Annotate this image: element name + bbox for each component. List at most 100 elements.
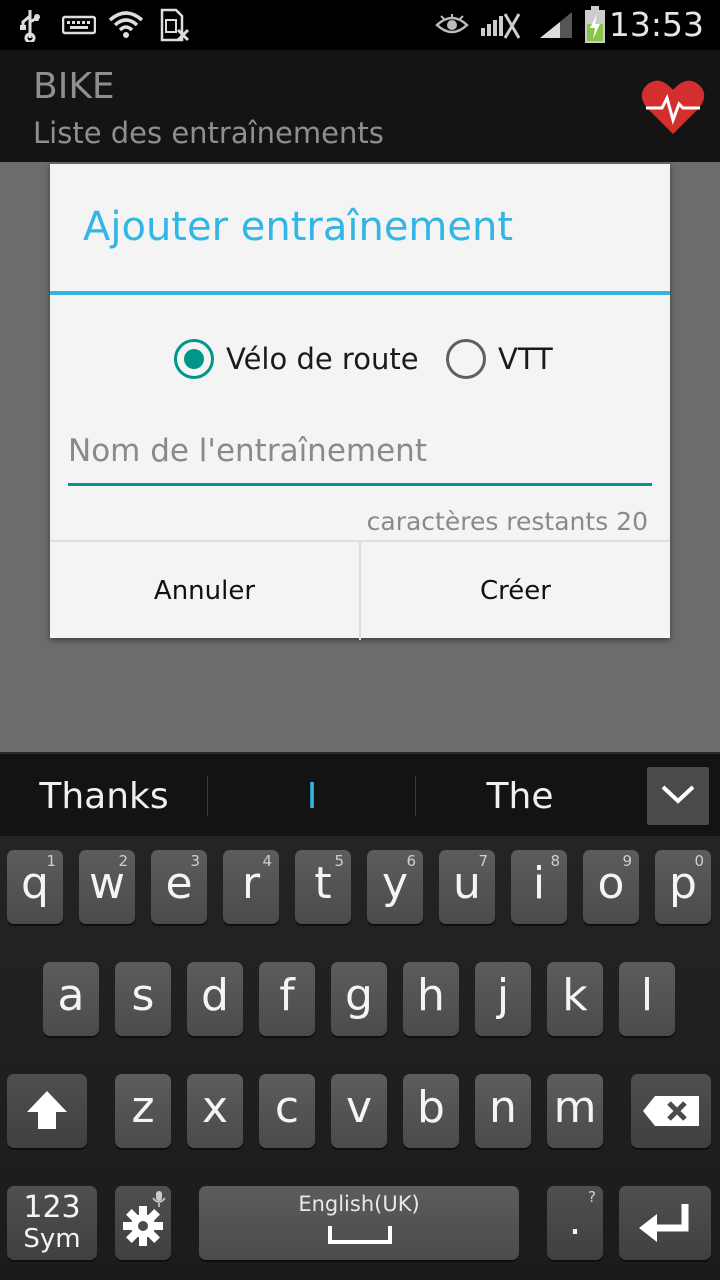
key-label: h — [417, 970, 445, 1021]
key-label: m — [553, 1082, 597, 1133]
key-label: a — [57, 970, 85, 1021]
keyboard: 123 Sym English(UK) . ? q1w2e3r4t5y6u7i8… — [0, 836, 720, 1280]
key-f[interactable]: f — [259, 962, 315, 1036]
radio-label: Vélo de route — [226, 342, 419, 376]
app-subtitle: Liste des entraînements — [33, 116, 384, 150]
key-x[interactable]: x — [187, 1074, 243, 1148]
key-label: x — [201, 1082, 229, 1133]
backspace-key[interactable] — [631, 1074, 711, 1148]
shift-key[interactable] — [7, 1074, 87, 1148]
dialog-title: Ajouter entraînement — [83, 204, 514, 250]
key-hint: 2 — [118, 852, 128, 870]
radio-road-bike[interactable]: Vélo de route — [174, 336, 419, 382]
usb-icon — [14, 0, 46, 50]
space-key[interactable]: English(UK) — [199, 1186, 519, 1260]
status-bar: 13:53 — [0, 0, 720, 50]
space-key-language: English(UK) — [298, 1192, 420, 1216]
enter-key[interactable] — [619, 1186, 711, 1260]
signal-icon — [536, 0, 576, 50]
training-name-input[interactable] — [68, 419, 652, 486]
period-key-hint: ? — [588, 1188, 596, 1206]
key-e[interactable]: e3 — [151, 850, 207, 924]
key-h[interactable]: h — [403, 962, 459, 1036]
space-bar-icon — [327, 1224, 393, 1250]
app-title: BIKE — [33, 66, 115, 107]
key-b[interactable]: b — [403, 1074, 459, 1148]
key-label: f — [279, 970, 295, 1021]
key-s[interactable]: s — [115, 962, 171, 1036]
key-label: l — [640, 970, 654, 1021]
key-hint: 7 — [478, 852, 488, 870]
enter-arrow-icon — [637, 1202, 693, 1248]
key-t[interactable]: t5 — [295, 850, 351, 924]
add-training-dialog: Ajouter entraînement Vélo de route VTT c… — [50, 164, 670, 640]
key-p[interactable]: p0 — [655, 850, 711, 924]
key-label: n — [489, 1082, 517, 1133]
key-g[interactable]: g — [331, 962, 387, 1036]
no-signal-icon — [478, 0, 524, 50]
settings-key[interactable] — [115, 1186, 171, 1260]
suggestion-strip: Thanks I The — [0, 752, 720, 838]
key-label: c — [274, 1082, 300, 1133]
battery-charging-icon — [580, 0, 610, 50]
key-j[interactable]: j — [475, 962, 531, 1036]
key-k[interactable]: k — [547, 962, 603, 1036]
key-label: j — [496, 970, 510, 1021]
key-z[interactable]: z — [115, 1074, 171, 1148]
key-hint: 6 — [406, 852, 416, 870]
suggestion-i[interactable]: I — [208, 754, 416, 838]
key-label: z — [131, 1082, 155, 1133]
wifi-icon — [106, 0, 146, 50]
symbols-key[interactable]: 123 Sym — [7, 1186, 97, 1260]
chevron-down-icon — [660, 783, 696, 809]
key-label: b — [417, 1082, 445, 1133]
key-o[interactable]: o9 — [583, 850, 639, 924]
keyboard-icon — [60, 0, 98, 50]
key-a[interactable]: a — [43, 962, 99, 1036]
key-u[interactable]: u7 — [439, 850, 495, 924]
eye-icon — [434, 0, 470, 50]
key-label: g — [345, 970, 373, 1021]
key-hint: 0 — [694, 852, 704, 870]
key-label: v — [345, 1082, 373, 1133]
clock: 13:53 — [608, 5, 704, 44]
key-hint: 3 — [190, 852, 200, 870]
cancel-button[interactable]: Annuler — [50, 542, 359, 640]
heart-pulse-icon — [640, 78, 706, 142]
period-key[interactable]: . ? — [547, 1186, 603, 1260]
key-label: k — [562, 970, 588, 1021]
suggestion-thanks[interactable]: Thanks — [0, 754, 208, 838]
symbols-key-label-bottom: Sym — [23, 1224, 81, 1254]
key-hint: 4 — [262, 852, 272, 870]
key-y[interactable]: y6 — [367, 850, 423, 924]
key-hint: 9 — [622, 852, 632, 870]
key-hint: 8 — [550, 852, 560, 870]
radio-checked-icon — [174, 339, 214, 379]
key-i[interactable]: i8 — [511, 850, 567, 924]
key-label: s — [131, 970, 155, 1021]
key-w[interactable]: w2 — [79, 850, 135, 924]
key-hint: 1 — [46, 852, 56, 870]
voice-input-icon — [151, 1190, 167, 1212]
collapse-suggestions-button[interactable] — [647, 767, 709, 825]
dialog-button-bar: Annuler Créer — [50, 540, 670, 640]
dialog-title-divider — [50, 291, 670, 295]
radio-label: VTT — [498, 342, 553, 376]
key-v[interactable]: v — [331, 1074, 387, 1148]
key-l[interactable]: l — [619, 962, 675, 1036]
key-r[interactable]: r4 — [223, 850, 279, 924]
action-bar: BIKE Liste des entraînements — [0, 50, 720, 162]
key-q[interactable]: q1 — [7, 850, 63, 924]
key-m[interactable]: m — [547, 1074, 603, 1148]
remaining-characters: caractères restants 20 — [366, 507, 648, 536]
key-c[interactable]: c — [259, 1074, 315, 1148]
key-d[interactable]: d — [187, 962, 243, 1036]
sim-icon — [156, 0, 192, 50]
backspace-icon — [641, 1094, 701, 1132]
shift-arrow-icon — [25, 1088, 69, 1136]
key-n[interactable]: n — [475, 1074, 531, 1148]
radio-mountain-bike[interactable]: VTT — [446, 336, 553, 382]
radio-unchecked-icon — [446, 339, 486, 379]
create-button[interactable]: Créer — [359, 542, 670, 640]
suggestion-the[interactable]: The — [416, 754, 624, 838]
